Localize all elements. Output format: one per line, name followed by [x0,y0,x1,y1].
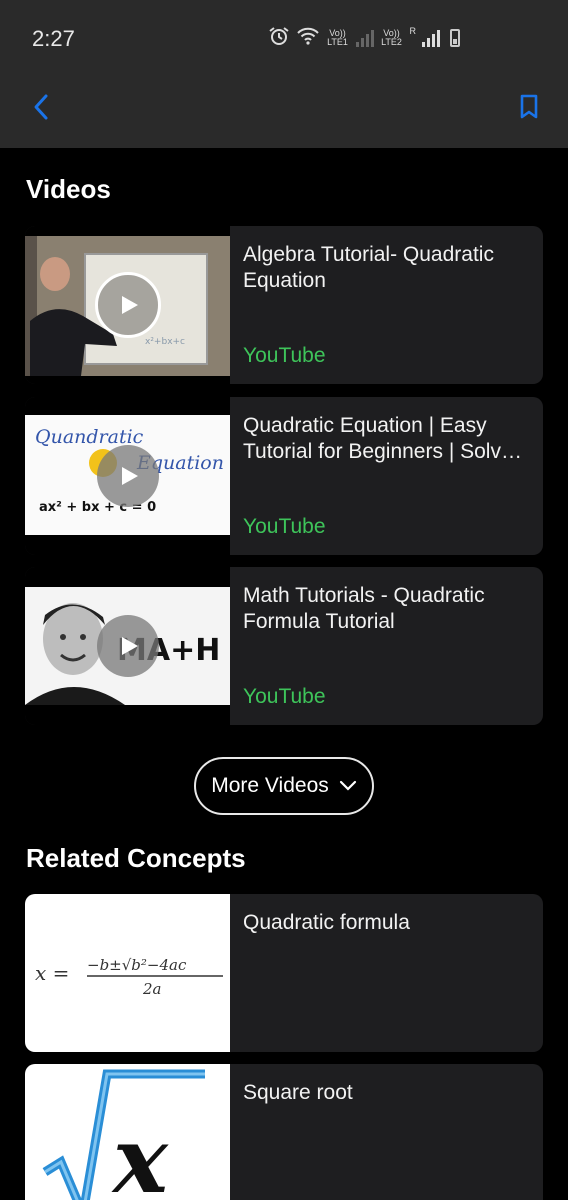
bookmark-icon [520,94,538,119]
concept-title: Square root [243,1081,353,1104]
sim1-label: Vo)) LTE1 [327,27,348,47]
related-section-title: Related Concepts [26,843,246,873]
concept-card-1[interactable]: x = −b±√b²−4ac 2a Quadratic formula [25,894,543,1052]
bookmark-button[interactable] [514,92,544,122]
video-source: YouTube [243,685,326,708]
videos-section-title: Videos [26,174,111,204]
video-thumbnail-1: x²+bx+c [25,226,230,384]
video-title: Algebra Tutorial- Quadratic Equation [243,243,494,292]
signal-icon-1 [355,29,374,47]
chevron-left-icon [34,94,48,120]
svg-text:x²+bx+c: x²+bx+c [145,337,185,347]
video-card-3[interactable]: MA+H Math Tutorials - Quadratic Formula … [25,567,543,725]
thumb-symbol: x [111,1106,169,1200]
concept-thumbnail-1: x = −b±√b²−4ac 2a [25,894,230,1052]
status-bar: 2:27 Vo)) LTE1 Vo)) LTE2 R [0,0,568,78]
concept-card-2[interactable]: x Square root [25,1064,543,1200]
concept-thumbnail-2: x [25,1064,230,1200]
video-source: YouTube [243,344,326,367]
video-card-1[interactable]: x²+bx+c Algebra Tutorial- Quadratic Equa… [25,226,543,384]
alarm-icon [268,26,290,49]
chevron-down-icon [339,780,356,791]
video-title: Math Tutorials - Quadratic Formula Tutor… [243,584,485,633]
wifi-icon [296,26,320,49]
back-button[interactable] [26,92,56,122]
signal-icon-2 [422,29,440,47]
status-icons: Vo)) LTE1 Vo)) LTE2 R [268,26,460,49]
video-thumbnail-3: MA+H [25,567,230,725]
status-time: 2:27 [32,26,75,51]
play-icon [97,445,159,507]
svg-text:x =: x = [35,961,69,985]
toolbar [0,78,568,148]
svg-text:−b±√b²−4ac: −b±√b²−4ac [87,956,187,974]
video-source: YouTube [243,515,326,538]
concept-title: Quadratic formula [243,911,410,934]
roaming-indicator: R [409,26,417,36]
video-thumbnail-2: Quandratic Equation ax² + bx + c = 0 [25,397,230,555]
battery-icon [450,28,460,47]
more-videos-label: More Videos [211,774,329,797]
video-title: Quadratic Equation | Easy Tutorial for B… [243,414,522,463]
play-icon [95,272,161,338]
more-videos-button[interactable]: More Videos [194,757,374,815]
sim2-label: Vo)) LTE2 [381,27,402,47]
svg-text:2a: 2a [142,980,162,998]
video-card-2[interactable]: Quandratic Equation ax² + bx + c = 0 Qua… [25,397,543,555]
play-icon [97,615,159,677]
